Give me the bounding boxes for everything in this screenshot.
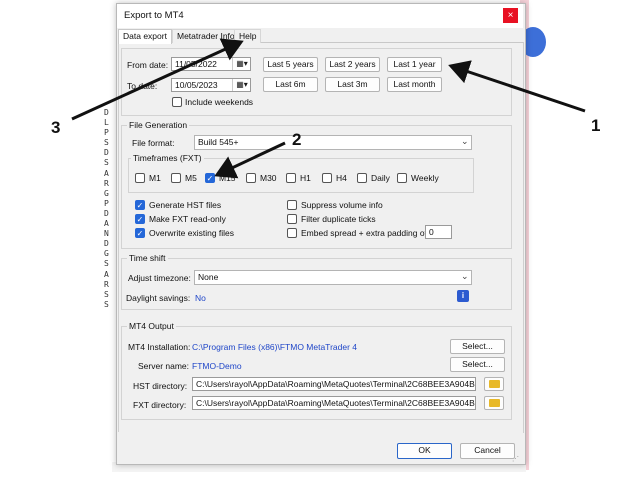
annotation-arrow-3 bbox=[71, 38, 244, 121]
annotation-label-2: 2 bbox=[292, 130, 302, 149]
annotation-arrow-1 bbox=[448, 60, 586, 113]
annotation-label-1: 1 bbox=[591, 116, 601, 135]
annotation-label-3: 3 bbox=[51, 118, 61, 137]
annotation-arrow-2 bbox=[214, 141, 286, 179]
annotation-layer bbox=[71, 38, 586, 179]
